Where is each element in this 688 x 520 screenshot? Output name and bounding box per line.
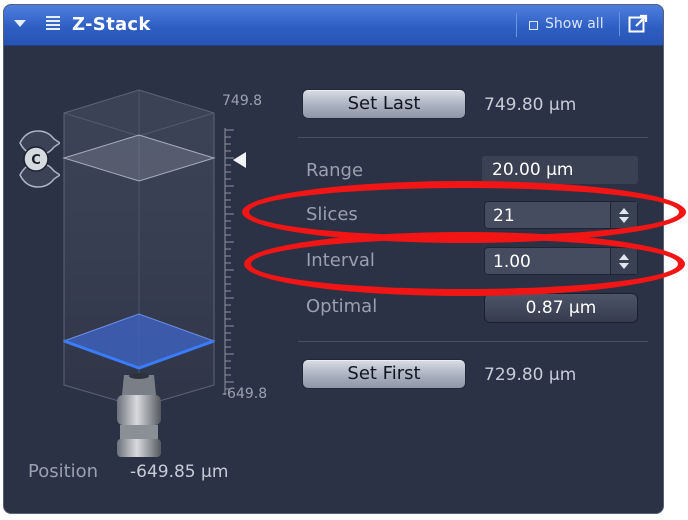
range-label: Range (306, 160, 364, 181)
center-handle-label: C (31, 153, 41, 168)
first-position-value: 729.80 µm (484, 365, 577, 385)
range-value: 20.00 µm (482, 156, 638, 184)
optimal-label: Optimal (306, 296, 378, 317)
center-handle[interactable]: C (14, 127, 60, 191)
set-first-button[interactable]: Set First (302, 359, 466, 389)
panel-title-bar: Z-Stack Show all (4, 5, 663, 46)
z-scale-ticks (224, 128, 234, 395)
divider-bottom (298, 341, 648, 342)
divider-top (298, 137, 648, 138)
position-label: Position (28, 461, 99, 482)
range-value-text: 20.00 µm (492, 160, 574, 180)
interval-annotation-ellipse (244, 232, 685, 296)
list-icon (46, 16, 60, 32)
z-stack-visualization (62, 89, 246, 457)
show-all-toggle[interactable]: Show all (516, 13, 619, 37)
undock-button[interactable] (619, 12, 648, 36)
show-all-checkbox[interactable] (529, 21, 538, 30)
scale-bottom-label: -649.8 (222, 386, 268, 402)
collapse-chevron-icon[interactable] (14, 20, 26, 27)
show-all-label: Show all (545, 16, 604, 32)
popout-icon (628, 14, 648, 33)
set-last-button[interactable]: Set Last (302, 89, 466, 119)
optimal-value: 0.87 µm (525, 298, 597, 318)
last-position-value: 749.80 µm (484, 95, 577, 115)
scale-top-label: 749.8 (222, 93, 263, 109)
position-value: -649.85 µm (130, 462, 229, 482)
objective-icon (117, 373, 161, 457)
optimal-button[interactable]: 0.87 µm (484, 293, 638, 323)
current-position-marker[interactable] (233, 152, 246, 168)
panel-title: Z-Stack (72, 14, 151, 35)
